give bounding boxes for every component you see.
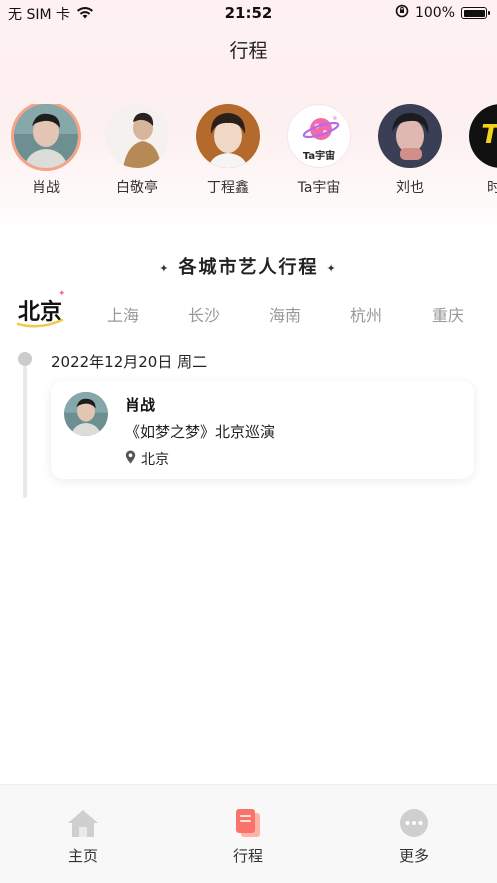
- sparkle-icon: ✦: [326, 261, 338, 275]
- active-tab-underline: [16, 318, 64, 328]
- timeline-line: [23, 366, 27, 498]
- avatar: [196, 104, 260, 168]
- tab-hainan[interactable]: 海南: [255, 302, 315, 326]
- sparkle-icon: ✦: [159, 261, 171, 275]
- event-location: 北京: [125, 449, 169, 469]
- orientation-lock-icon: [395, 4, 409, 22]
- avatar: [64, 392, 108, 436]
- artist-name: 丁程鑫: [207, 180, 249, 196]
- status-bar: 无 SIM 卡 21:52 100%: [0, 0, 497, 26]
- location-pin-icon: [125, 450, 136, 468]
- tab-shanghai[interactable]: 上海: [93, 302, 153, 326]
- artist-item-xiaozhan[interactable]: 肖战: [6, 104, 86, 197]
- tab-home[interactable]: 主页: [33, 807, 133, 866]
- schedule-icon: [232, 807, 264, 839]
- shidai-logo-text: TN: [469, 120, 497, 150]
- section-title: ✦ 各城市艺人行程 ✦: [0, 253, 497, 279]
- battery-icon: [461, 7, 490, 19]
- artist-name: 时代: [487, 180, 497, 196]
- tab-chongqing[interactable]: 重庆: [418, 302, 478, 326]
- avatar: [378, 104, 442, 168]
- bottom-tab-bar: 主页 行程 更多: [0, 784, 497, 883]
- tab-label: 主页: [67, 847, 98, 865]
- ta-universe-logo: Ta宇宙: [287, 104, 351, 168]
- battery-percent: 100%: [414, 5, 455, 21]
- artist-name: 肖战: [32, 180, 60, 196]
- status-right: 100%: [395, 4, 490, 22]
- artist-name: Ta宇宙: [297, 180, 341, 196]
- more-icon: [398, 807, 430, 839]
- home-icon: [67, 807, 99, 839]
- artist-carousel[interactable]: 肖战 白敬亭 丁程鑫 Ta宇宙 Ta宇宙 刘也 时: [0, 104, 497, 204]
- avatar: [105, 104, 169, 168]
- ta-universe-logo-text: Ta宇宙: [302, 151, 336, 162]
- battery-fill: [463, 9, 485, 17]
- city-tabs: 北京 上海 长沙 海南 杭州 重庆: [0, 292, 497, 332]
- avatar: [14, 104, 78, 168]
- event-title: 《如梦之梦》北京巡演: [125, 423, 276, 441]
- shidai-logo: TN: [469, 104, 497, 168]
- artist-item-liuye[interactable]: 刘也: [370, 104, 450, 197]
- section-title-text: 各城市艺人行程: [178, 257, 319, 278]
- page-title: 行程: [229, 40, 268, 62]
- artist-item-ta-universe[interactable]: Ta宇宙 Ta宇宙: [279, 104, 359, 197]
- artist-item-shidai[interactable]: TN 时代: [461, 104, 497, 197]
- timeline-dot: [18, 352, 32, 366]
- artist-item-baijingting[interactable]: 白敬亭: [97, 104, 177, 197]
- sparkle-icon: ✦: [58, 289, 66, 299]
- tab-changsha[interactable]: 长沙: [174, 302, 234, 326]
- schedule-date: 2022年12月20日 周二: [51, 353, 208, 371]
- artist-name: 白敬亭: [116, 180, 158, 196]
- artist-item-dingchengxin[interactable]: 丁程鑫: [188, 104, 268, 197]
- event-artist-name: 肖战: [125, 396, 156, 414]
- tab-label: 更多: [398, 847, 429, 865]
- artist-name: 刘也: [396, 180, 424, 196]
- tab-label: 行程: [232, 847, 263, 865]
- tab-schedule[interactable]: 行程: [198, 807, 298, 866]
- event-location-text: 北京: [141, 452, 169, 468]
- tab-hangzhou[interactable]: 杭州: [336, 302, 396, 326]
- schedule-card[interactable]: 肖战 《如梦之梦》北京巡演 北京: [51, 381, 474, 479]
- tab-more[interactable]: 更多: [364, 807, 464, 866]
